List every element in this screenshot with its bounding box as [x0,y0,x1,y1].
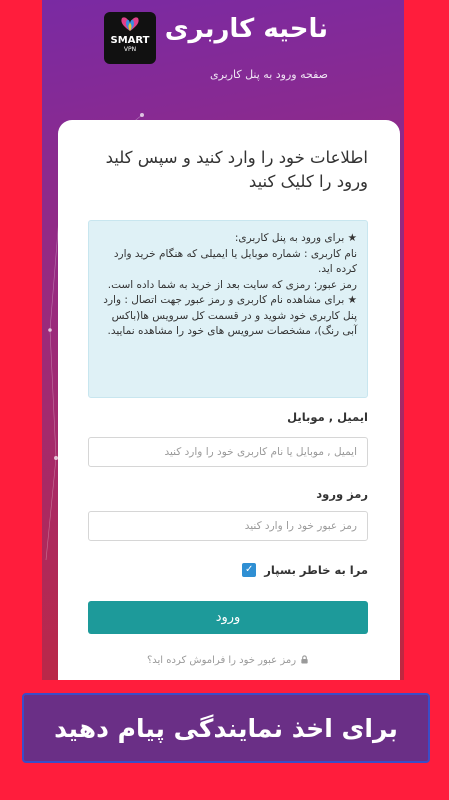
password-input[interactable] [88,511,368,541]
forgot-password-label[interactable]: رمز عبور خود را فراموش کرده اید؟ [147,655,296,666]
remember-checkbox[interactable]: ✓ [242,563,257,577]
login-card: اطلاعات خود را وارد کنید و سپس کلید ورود… [58,120,400,680]
card-title: اطلاعات خود را وارد کنید و سپس کلید ورود… [105,148,368,191]
info-line: ★ برای ورود به پنل کاربری: [234,232,357,244]
lock-icon [301,655,308,664]
forgot-password[interactable]: رمز عبور خود را فراموش کرده اید؟ [88,655,368,666]
login-button[interactable]: ورود [88,601,368,634]
password-label: رمز ورود [316,487,368,501]
logo-icon [121,17,139,31]
logo-sub: VPN [123,46,137,53]
site-subtitle: صفحه ورود به پنل کاربری [209,68,328,81]
info-line: ★ برای مشاهده نام کاربری و رمز عبور جهت … [103,294,357,337]
remember-label: مرا به خاطر بسپار [264,563,368,577]
info-line: نام کاربری : شماره موبایل یا ایمیلی که ه… [113,247,357,276]
login-screen: SMART VPN ناحیه کاربری صفحه ورود به پنل … [42,0,404,680]
logo[interactable]: SMART VPN [104,12,156,64]
banner-text: برای اخذ نمایندگی پیام دهید [54,713,398,743]
logo-brand: SMART [110,35,150,46]
site-title: ناحیه کاربری [164,14,328,44]
promo-banner: برای اخذ نمایندگی پیام دهید [22,693,430,763]
header: SMART VPN ناحیه کاربری صفحه ورود به پنل … [42,0,404,125]
username-input[interactable] [88,437,368,467]
info-box: ★ برای ورود به پنل کاربری: نام کاربری : … [88,220,368,398]
info-line: رمز عبور: رمزی که سایت بعد از خرید به شم… [107,278,357,291]
remember-me: مرا به خاطر بسپار ✓ [242,563,368,577]
username-label: ایمیل , موبایل [287,410,368,424]
check-icon: ✓ [245,564,254,575]
